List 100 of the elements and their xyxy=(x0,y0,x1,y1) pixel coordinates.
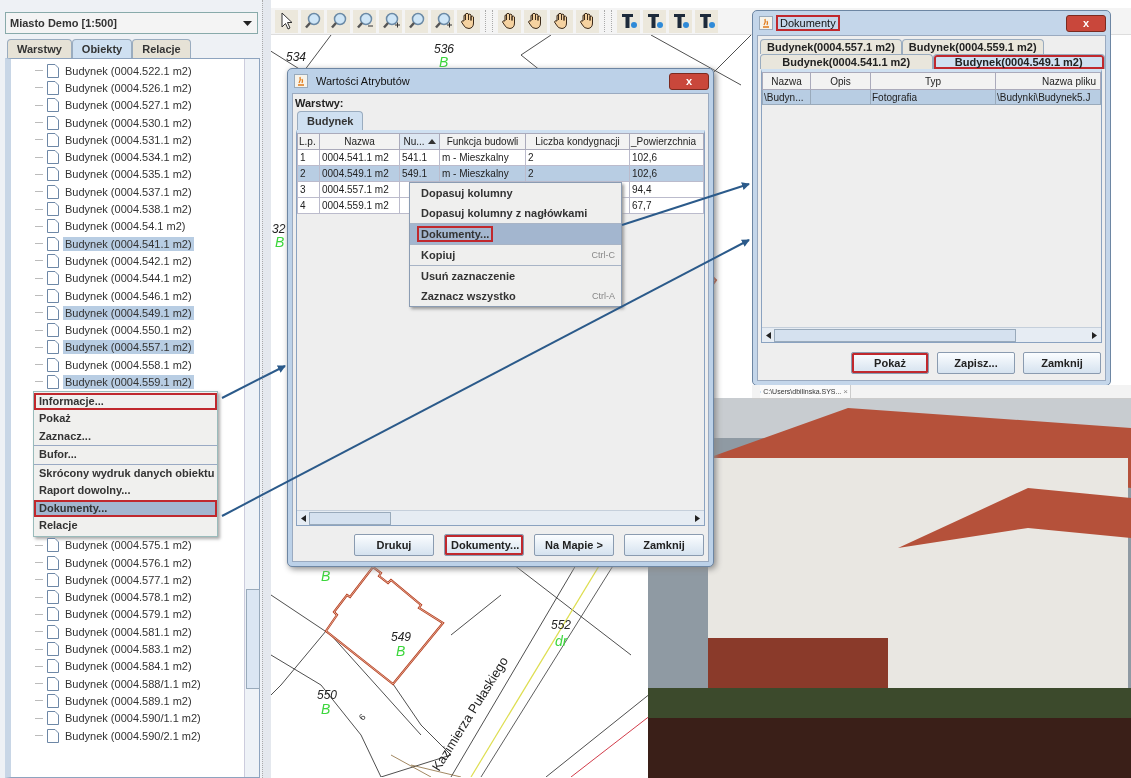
tree-item[interactable]: Budynek (0004.579.1 m2) xyxy=(63,607,194,622)
dialog-button[interactable]: Drukuj xyxy=(354,534,434,556)
panel-tab[interactable]: Warstwy xyxy=(7,39,72,58)
menu-item[interactable]: Dokumenty... xyxy=(410,223,621,244)
tree-item[interactable]: Budynek (0004.531.1 m2) xyxy=(63,132,194,147)
tree-item[interactable]: Budynek (0004.522.1 m2) xyxy=(63,63,194,78)
tree-item[interactable]: Budynek (0004.557.1 m2) xyxy=(63,340,194,355)
horizontal-scrollbar[interactable] xyxy=(297,510,704,525)
text-tool-button[interactable] xyxy=(695,9,718,33)
table-cell: 549.1 xyxy=(402,168,428,179)
tree-item[interactable]: Budynek (0004.590/1.1 m2) xyxy=(63,711,203,726)
tree-item[interactable]: Budynek (0004.576.1 m2) xyxy=(63,555,194,570)
document-icon xyxy=(47,184,59,199)
tree-item[interactable]: Budynek (0004.538.1 m2) xyxy=(63,202,194,216)
layer-dropdown[interactable]: Miasto Demo [1:500] xyxy=(5,12,258,34)
zoomout-tool-button[interactable] xyxy=(353,9,376,33)
panel-tab[interactable]: Obiekty xyxy=(71,39,133,58)
zoomp-tool-button[interactable] xyxy=(301,9,324,33)
tree-item[interactable]: Budynek (0004.590/2.1 m2) xyxy=(63,728,203,743)
tree-item[interactable]: Budynek (0004.549.1 m2) xyxy=(63,305,194,320)
vertical-scrollbar[interactable] xyxy=(244,59,259,777)
menu-item[interactable]: Dopasuj kolumny xyxy=(410,183,621,203)
panel-tab[interactable]: Relacje xyxy=(132,39,191,58)
zoomwin-tool-button[interactable] xyxy=(405,9,428,33)
zoomp-tool-button[interactable] xyxy=(327,9,350,33)
menu-item[interactable]: Dopasuj kolumny z nagłówkami xyxy=(410,203,621,223)
menu-item[interactable]: Zaznacz wszystko Ctrl-A xyxy=(410,286,621,306)
tree-item[interactable]: Budynek (0004.535.1 m2) xyxy=(63,167,194,182)
column-header[interactable]: Typ xyxy=(870,72,996,90)
tree-item[interactable]: Budynek (0004.584.1 m2) xyxy=(63,659,194,674)
menu-item[interactable]: Zaznacz... xyxy=(34,427,217,446)
tree-item[interactable]: Budynek (0004.550.1 m2) xyxy=(63,323,194,338)
tree-item[interactable]: Budynek (0004.589.1 m2) xyxy=(63,693,194,708)
finger-tool-button[interactable] xyxy=(498,9,521,33)
dialog-button[interactable]: Zapisz... xyxy=(937,352,1015,374)
column-header[interactable]: Liczba kondygnacji xyxy=(525,133,630,150)
document-tab[interactable]: Budynek(0004.559.1 m2) xyxy=(901,39,1044,54)
tree-item[interactable]: Budynek (0004.534.1 m2) xyxy=(63,150,194,165)
tree-item[interactable]: Budynek (0004.577.1 m2) xyxy=(63,572,194,587)
finger-tool-button[interactable] xyxy=(550,9,573,33)
hand-tool-button[interactable] xyxy=(457,9,480,33)
tree-item[interactable]: Budynek (0004.54.1 m2) xyxy=(63,219,188,234)
dialog-button[interactable]: Zamknij xyxy=(624,534,704,556)
dialog-button[interactable]: Zamknij xyxy=(1023,352,1101,374)
pointer-tool-button[interactable] xyxy=(275,9,298,33)
menu-item[interactable]: Dokumenty... xyxy=(34,499,217,518)
tree-item[interactable]: Budynek (0004.526.1 m2) xyxy=(63,80,194,95)
tree-item[interactable]: Budynek (0004.530.1 m2) xyxy=(63,115,194,130)
tree-item[interactable]: Budynek (0004.544.1 m2) xyxy=(63,271,194,286)
column-header[interactable]: Nazwa xyxy=(762,72,811,90)
dialog-button[interactable]: Dokumenty... xyxy=(444,534,524,556)
document-tab[interactable]: Budynek(0004.549.1 m2) xyxy=(932,54,1105,69)
close-button[interactable]: x xyxy=(669,72,709,90)
tree-item[interactable]: Budynek (0004.578.1 m2) xyxy=(63,590,194,605)
document-icon xyxy=(47,624,59,639)
menu-item[interactable]: Kopiuj Ctrl-C xyxy=(410,244,621,265)
zoomcross-tool-button[interactable] xyxy=(431,9,454,33)
tree-item[interactable]: Budynek (0004.546.1 m2) xyxy=(63,288,194,303)
tree-item[interactable]: Budynek (0004.537.1 m2) xyxy=(63,184,194,199)
layer-tab[interactable]: Budynek xyxy=(297,111,364,130)
column-header[interactable]: L.p. xyxy=(297,133,320,150)
menu-item[interactable]: Skrócony wydruk danych obiektu xyxy=(34,463,217,483)
text-tool-button[interactable] xyxy=(643,9,666,33)
tree-item[interactable]: Budynek (0004.559.1 m2) xyxy=(63,375,194,389)
table-cell: 0004.557.1 m2 xyxy=(322,184,389,195)
document-tab[interactable]: Budynek(0004.557.1 m2) xyxy=(760,39,902,54)
finger-tool-button[interactable] xyxy=(524,9,547,33)
tree-item[interactable]: Budynek (0004.581.1 m2) xyxy=(63,624,194,639)
column-header[interactable]: Nazwa xyxy=(319,133,400,150)
column-header[interactable]: Funkcja budowli xyxy=(439,133,526,150)
menu-item[interactable]: Usuń zaznaczenie xyxy=(410,265,621,286)
column-header[interactable]: Nu... xyxy=(399,133,440,150)
column-header[interactable]: Opis xyxy=(810,72,871,90)
tree-item[interactable]: Budynek (0004.542.1 m2) xyxy=(63,253,194,268)
tree-item[interactable]: Budynek (0004.575.1 m2) xyxy=(63,538,194,553)
close-button[interactable]: x xyxy=(1066,14,1106,32)
menu-item[interactable]: Raport dowolny... xyxy=(34,482,217,500)
document-icon xyxy=(47,693,59,708)
finger-tool-button[interactable] xyxy=(576,9,599,33)
zoomin-tool-button[interactable] xyxy=(379,9,402,33)
tree-item[interactable]: Budynek (0004.541.1 m2) xyxy=(63,236,194,251)
document-icon xyxy=(47,711,59,726)
text-tool-button[interactable] xyxy=(617,9,640,33)
tree-item[interactable]: Budynek (0004.588/1.1 m2) xyxy=(63,676,203,691)
document-tab[interactable]: Budynek(0004.541.1 m2) xyxy=(760,54,933,69)
text-tool-button[interactable] xyxy=(669,9,692,33)
column-header[interactable]: _Powierzchnia xyxy=(629,133,704,150)
menu-item[interactable]: Relacje xyxy=(34,517,217,535)
tree-item[interactable]: Budynek (0004.558.1 m2) xyxy=(63,357,194,372)
table-cell: m - Mieszkalny xyxy=(442,168,509,179)
column-header[interactable]: Nazwa pliku xyxy=(995,72,1101,90)
menu-item[interactable]: Pokaż xyxy=(34,410,217,428)
menu-item[interactable]: Informacje... xyxy=(34,392,217,411)
tree-item[interactable]: Budynek (0004.583.1 m2) xyxy=(63,642,194,657)
horizontal-scrollbar[interactable] xyxy=(762,327,1101,342)
dialog-button[interactable]: Na Mapie > xyxy=(534,534,614,556)
dialog-button[interactable]: Pokaż xyxy=(851,352,929,374)
menu-item[interactable]: Bufor... xyxy=(34,445,217,464)
tree-item[interactable]: Budynek (0004.527.1 m2) xyxy=(63,98,194,113)
close-tab-icon[interactable]: × xyxy=(843,387,848,396)
